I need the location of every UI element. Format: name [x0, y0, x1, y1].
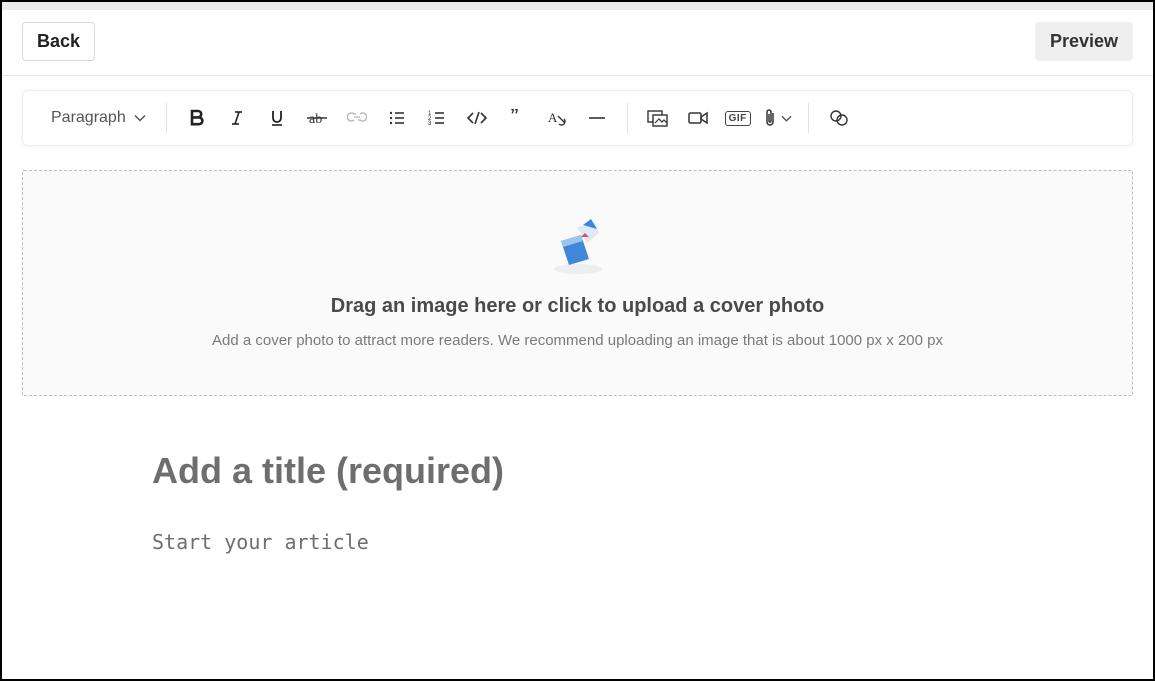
collaborators-button[interactable]	[819, 101, 859, 135]
toolbar-separator	[627, 103, 628, 133]
cover-photo-section: Drag an image here or click to upload a …	[2, 146, 1153, 396]
insert-video-button[interactable]	[678, 101, 718, 135]
article-editor-window: Back Preview Paragraph ab	[0, 0, 1155, 681]
clear-format-icon: A	[547, 109, 567, 127]
bold-button[interactable]	[177, 101, 217, 135]
italic-icon	[228, 109, 246, 127]
quote-button[interactable]: ”	[497, 101, 537, 135]
toolbar-separator	[166, 103, 167, 133]
back-button[interactable]: Back	[22, 22, 95, 61]
insert-gif-button[interactable]: GIF	[718, 101, 758, 135]
paragraph-style-label: Paragraph	[51, 109, 126, 127]
text-format-group: ab 123 ” A	[177, 101, 617, 135]
chevron-down-icon	[781, 113, 792, 124]
toolbar-separator	[808, 103, 809, 133]
gif-icon: GIF	[725, 111, 751, 126]
horizontal-rule-icon	[587, 109, 607, 127]
dropzone-subtitle: Add a cover photo to attract more reader…	[212, 332, 943, 349]
chevron-down-icon	[134, 112, 146, 124]
code-icon	[466, 109, 488, 127]
strikethrough-icon: ab	[306, 109, 328, 127]
bullet-list-icon	[388, 109, 406, 127]
numbered-list-icon: 123	[428, 109, 446, 127]
svg-text:A: A	[548, 110, 558, 125]
cover-photo-dropzone[interactable]: Drag an image here or click to upload a …	[22, 170, 1133, 396]
article-title-input[interactable]	[152, 450, 952, 492]
collaborators-icon	[828, 108, 850, 128]
upload-image-illustration-icon	[543, 211, 613, 281]
bold-icon	[188, 109, 206, 127]
insert-group: GIF	[638, 101, 798, 135]
code-block-button[interactable]	[457, 101, 497, 135]
svg-text:3: 3	[428, 121, 432, 127]
dropzone-title: Drag an image here or click to upload a …	[331, 295, 824, 318]
collab-group	[819, 101, 859, 135]
paragraph-style-select[interactable]: Paragraph	[37, 101, 156, 135]
link-icon	[347, 109, 367, 127]
italic-button[interactable]	[217, 101, 257, 135]
header-bar: Back Preview	[2, 10, 1153, 76]
underline-icon	[268, 109, 286, 127]
numbered-list-button[interactable]: 123	[417, 101, 457, 135]
article-body-input[interactable]	[152, 530, 952, 578]
preview-button[interactable]: Preview	[1035, 22, 1133, 61]
divider-button[interactable]	[577, 101, 617, 135]
image-icon	[647, 109, 669, 127]
svg-text:”: ”	[510, 109, 519, 125]
attach-file-button[interactable]	[758, 101, 798, 135]
paperclip-icon	[763, 108, 777, 128]
insert-image-button[interactable]	[638, 101, 678, 135]
link-button[interactable]	[337, 101, 377, 135]
quote-icon: ”	[508, 109, 526, 127]
video-icon	[687, 109, 709, 127]
svg-text:ab: ab	[309, 112, 322, 127]
clear-format-button[interactable]: A	[537, 101, 577, 135]
formatting-toolbar: Paragraph ab	[22, 90, 1133, 146]
window-top-stripe	[2, 2, 1153, 10]
editor-body	[2, 396, 1153, 583]
underline-button[interactable]	[257, 101, 297, 135]
toolbar-container: Paragraph ab	[2, 76, 1153, 146]
bullet-list-button[interactable]	[377, 101, 417, 135]
strikethrough-button[interactable]: ab	[297, 101, 337, 135]
